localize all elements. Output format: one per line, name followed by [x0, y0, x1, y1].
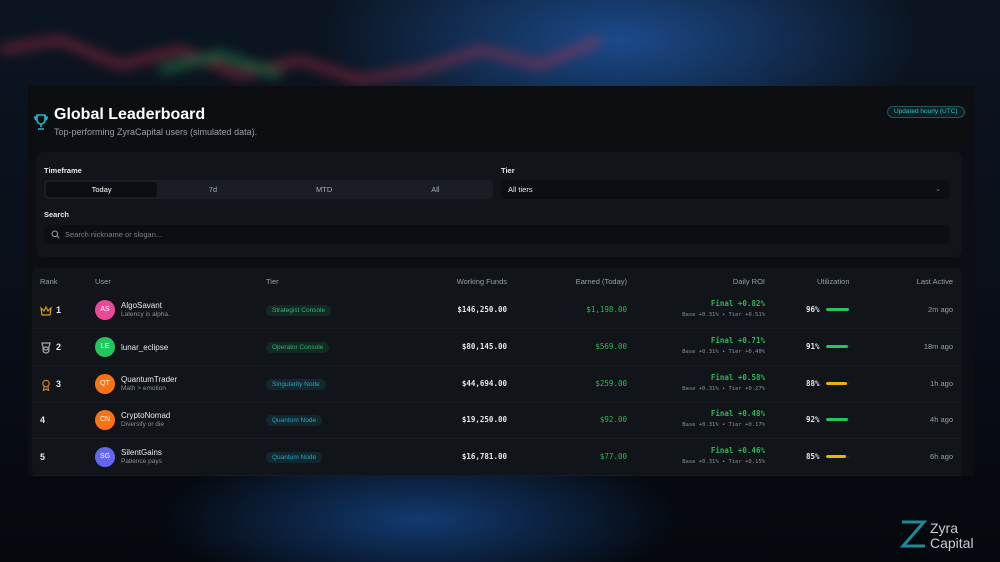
user-slogan: Math > emotion [121, 384, 166, 392]
working-funds: $80,145.00 [461, 341, 507, 351]
utilization-value: 92% [806, 415, 820, 425]
bronze-medal-icon [40, 378, 52, 392]
user-slogan: Latency is alpha. [121, 311, 170, 318]
avatar: SG [95, 447, 115, 468]
table-row[interactable]: 2 LE lunar_eclipse Operator Console $80,… [32, 329, 962, 366]
table-row[interactable]: 3 QT QuantumTrader Math > emotion Singul… [32, 366, 962, 403]
roi-breakdown: Base +0.31% • Tier +0.27% [682, 385, 765, 392]
earned: $1,198.00 [586, 305, 627, 314]
avatar: AS [95, 300, 115, 320]
timeframe-segmented-control: Today 7d MTD All [44, 180, 493, 199]
user-slogan: Diversify or die [121, 421, 164, 429]
utilization-value: 91% [806, 341, 820, 351]
table-row[interactable]: 1 AS AlgoSavant Latency is alpha. Strate… [32, 292, 962, 329]
crown-medal-icon [40, 304, 52, 316]
silver-medal-icon [40, 341, 52, 354]
last-active: 18m ago [923, 341, 953, 351]
avatar: QT [95, 373, 115, 394]
roi-final: Final +0.48% [710, 409, 765, 419]
background-chart [0, 35, 602, 85]
col-utilization: Utilization [817, 277, 850, 286]
rank: 4 [40, 415, 46, 426]
tier-badge: Strategist Console [266, 305, 332, 316]
roi-breakdown: Base +0.31% • Tier +0.51% [682, 312, 765, 318]
col-daily-roi: Daily ROI [732, 277, 765, 286]
utilization-bar [826, 418, 850, 422]
earned: $92.00 [599, 415, 627, 425]
search-placeholder: Search nickname or slogan... [65, 230, 163, 239]
timeframe-today[interactable]: Today [46, 182, 158, 197]
trophy-icon [34, 114, 48, 130]
rank: 3 [56, 378, 62, 389]
earned: $259.00 [595, 378, 627, 388]
page-subtitle: Top-performing ZyraCapital users (simula… [54, 127, 258, 137]
rank: 2 [56, 341, 62, 352]
timeframe-all[interactable]: All [380, 182, 491, 197]
user-name[interactable]: CryptoNomad [121, 411, 170, 420]
tier-badge: Quantum Node [266, 452, 323, 464]
tier-label: Tier [501, 166, 515, 175]
col-working-funds: Working Funds [456, 277, 507, 286]
zyra-capital-logo: Zyra Capital [899, 519, 994, 553]
utilization-value: 96% [806, 305, 820, 314]
update-badge: Updated hourly (UTC) [887, 106, 965, 118]
table-row[interactable]: 4 CN CryptoNomad Diversify or die Quantu… [32, 402, 962, 440]
search-label: Search [44, 210, 70, 219]
timeframe-label: Timeframe [44, 166, 82, 175]
search-icon [51, 230, 60, 239]
table-row[interactable]: 5 SG SilentGains Patience pays Quantum N… [32, 439, 962, 477]
rank: 1 [56, 305, 62, 315]
user-name[interactable]: SilentGains [121, 448, 162, 457]
roi-breakdown: Base +0.31% • Tier +0.40% [682, 348, 765, 355]
working-funds: $19,250.00 [461, 415, 507, 425]
earned: $77.00 [599, 452, 627, 462]
utilization-bar [826, 308, 850, 311]
tier-badge: Singularity Node [266, 378, 326, 390]
brand-line1: Zyra [930, 520, 958, 536]
tier-badge: Operator Console [266, 341, 330, 353]
roi-final: Final +0.58% [710, 372, 765, 382]
user-name[interactable]: QuantumTrader [121, 375, 177, 384]
last-active: 6h ago [930, 452, 953, 462]
last-active: 1h ago [930, 378, 953, 388]
utilization-value: 88% [806, 378, 820, 388]
roi-breakdown: Base +0.31% • Tier +0.15% [682, 459, 765, 466]
earned: $569.00 [595, 341, 627, 351]
rank: 5 [40, 452, 46, 463]
page-title: Global Leaderboard [54, 106, 206, 123]
brand-line2: Capital [930, 535, 974, 551]
roi-final: Final +0.82% [710, 299, 765, 308]
last-active: 2m ago [927, 305, 953, 314]
utilization-bar [826, 381, 850, 385]
tier-select[interactable]: All tiers ⌄ [501, 180, 949, 199]
chevron-down-icon: ⌄ [935, 186, 941, 193]
col-tier: Tier [266, 277, 279, 286]
user-name[interactable]: lunar_eclipse [121, 343, 168, 352]
roi-final: Final +0.46% [710, 446, 765, 456]
tier-badge: Quantum Node [266, 415, 323, 427]
avatar: LE [95, 336, 115, 357]
zyra-logo-icon [899, 520, 927, 548]
utilization-value: 85% [806, 452, 820, 462]
timeframe-7d[interactable]: 7d [157, 182, 268, 197]
working-funds: $44,694.00 [461, 378, 507, 388]
search-input[interactable]: Search nickname or slogan... [44, 225, 949, 244]
tier-select-value: All tiers [508, 185, 533, 194]
col-earned: Earned (Today) [575, 277, 627, 286]
avatar: CN [95, 410, 115, 431]
working-funds: $16,781.00 [461, 452, 507, 462]
last-active: 4h ago [930, 415, 953, 425]
user-slogan: Patience pays [121, 458, 162, 466]
roi-final: Final +0.71% [710, 335, 765, 345]
user-name[interactable]: AlgoSavant [121, 301, 162, 310]
utilization-bar [826, 455, 850, 459]
timeframe-mtd[interactable]: MTD [269, 182, 380, 197]
utilization-bar [826, 344, 850, 348]
col-user: User [95, 277, 111, 286]
roi-breakdown: Base +0.31% • Tier +0.17% [682, 422, 765, 429]
col-last-active: Last Active [916, 277, 953, 286]
working-funds: $146,250.00 [457, 305, 507, 314]
col-rank: Rank [40, 277, 58, 286]
